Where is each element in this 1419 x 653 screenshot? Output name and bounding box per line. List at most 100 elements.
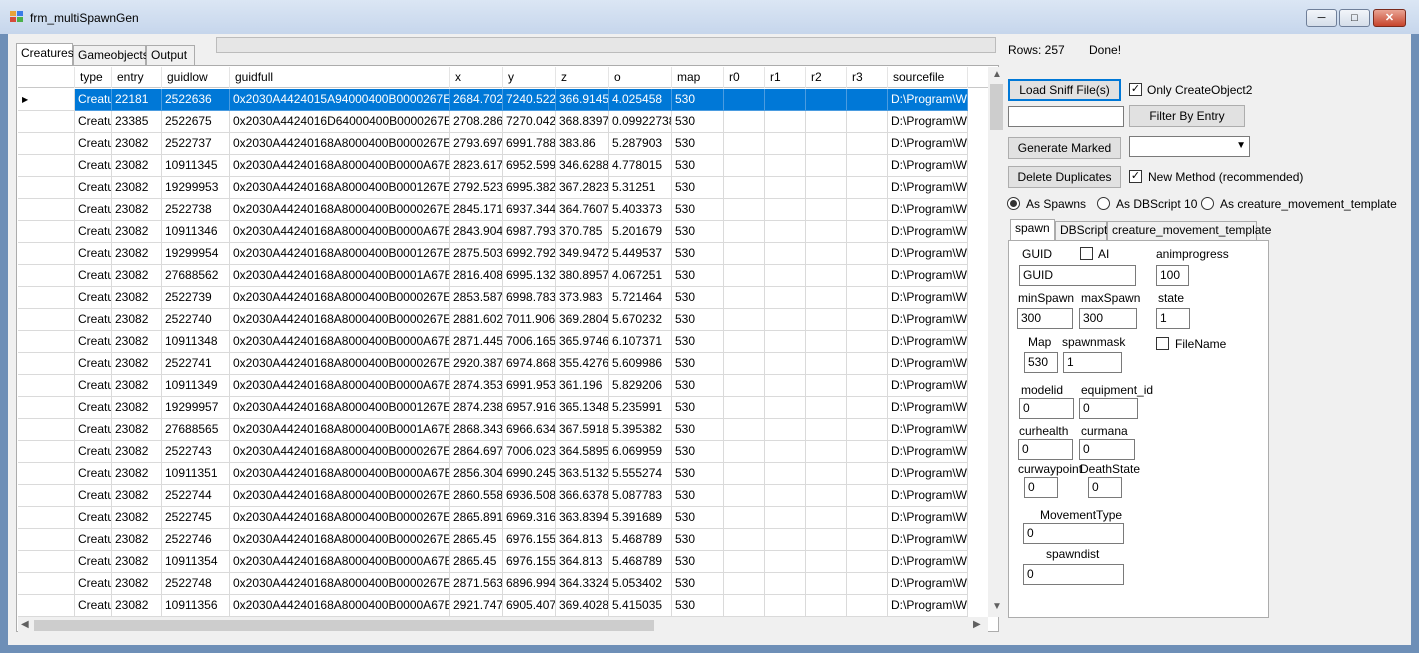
cell-sourcefile[interactable]: D:\Program\Wor — [888, 265, 968, 287]
cell-guidfull[interactable]: 0x2030A44240168A8000400B0000267E77 — [230, 441, 450, 463]
cell-r2[interactable] — [806, 375, 847, 397]
table-row[interactable]: ▶Creature/02218125226360x2030A4424015A94… — [18, 89, 988, 111]
cell-entry[interactable]: 23082 — [112, 551, 162, 573]
row-header[interactable] — [18, 199, 75, 221]
cell-y[interactable]: 6969.316 — [503, 507, 556, 529]
row-header[interactable] — [18, 507, 75, 529]
row-header[interactable] — [18, 529, 75, 551]
cell-r1[interactable] — [765, 441, 806, 463]
cell-r3[interactable] — [847, 133, 888, 155]
cell-o[interactable]: 0.09922738 — [609, 111, 672, 133]
cell-r1[interactable] — [765, 309, 806, 331]
cell-entry[interactable]: 23082 — [112, 133, 162, 155]
row-header[interactable] — [18, 221, 75, 243]
cell-z[interactable]: 370.785 — [556, 221, 609, 243]
spawndist-input[interactable]: 0 — [1023, 564, 1124, 585]
cell-type[interactable]: Creature/0 — [75, 529, 112, 551]
cell-r1[interactable] — [765, 265, 806, 287]
column-header-map[interactable]: map — [672, 67, 724, 88]
cell-x[interactable]: 2864.697 — [450, 441, 503, 463]
cell-guidfull[interactable]: 0x2030A44240168A8000400B0000267E74 — [230, 309, 450, 331]
tab-gameobjects[interactable]: Gameobjects — [73, 45, 149, 65]
cell-r0[interactable] — [724, 419, 765, 441]
table-row[interactable]: Creature/023082109113510x2030A44240168A8… — [18, 463, 988, 485]
cell-type[interactable]: Creature/0 — [75, 265, 112, 287]
cell-sourcefile[interactable]: D:\Program\Wor — [888, 419, 968, 441]
cell-guidfull[interactable]: 0x2030A44240168A8000400B0000A67E74 — [230, 331, 450, 353]
cell-sourcefile[interactable]: D:\Program\Wor — [888, 507, 968, 529]
cell-x[interactable]: 2708.286 — [450, 111, 503, 133]
cell-x[interactable]: 2865.891 — [450, 507, 503, 529]
cell-z[interactable]: 365.1348 — [556, 397, 609, 419]
cell-o[interactable]: 5.31251 — [609, 177, 672, 199]
cell-r2[interactable] — [806, 111, 847, 133]
cell-map[interactable]: 530 — [672, 243, 724, 265]
cell-guidlow[interactable]: 27688565 — [162, 419, 230, 441]
cell-guidlow[interactable]: 10911346 — [162, 221, 230, 243]
cell-guidfull[interactable]: 0x2030A44240168A8000400B0000A67E7C — [230, 595, 450, 617]
cell-r3[interactable] — [847, 353, 888, 375]
cell-z[interactable]: 361.196 — [556, 375, 609, 397]
cell-o[interactable]: 5.609986 — [609, 353, 672, 375]
row-header[interactable] — [18, 441, 75, 463]
cell-x[interactable]: 2874.238 — [450, 397, 503, 419]
cell-entry[interactable]: 23082 — [112, 441, 162, 463]
cell-o[interactable]: 5.201679 — [609, 221, 672, 243]
cell-sourcefile[interactable]: D:\Program\Wor — [888, 441, 968, 463]
cell-r2[interactable] — [806, 507, 847, 529]
cell-map[interactable]: 530 — [672, 419, 724, 441]
table-row[interactable]: Creature/02308225227460x2030A44240168A80… — [18, 529, 988, 551]
cell-type[interactable]: Creature/0 — [75, 463, 112, 485]
generate-marked-button[interactable]: Generate Marked — [1008, 137, 1121, 159]
cell-r1[interactable] — [765, 199, 806, 221]
cell-r3[interactable] — [847, 221, 888, 243]
cell-o[interactable]: 5.235991 — [609, 397, 672, 419]
column-header-x[interactable]: x — [450, 67, 503, 88]
cell-sourcefile[interactable]: D:\Program\Wor — [888, 89, 968, 111]
table-row[interactable]: Creature/023082192999570x2030A44240168A8… — [18, 397, 988, 419]
cell-map[interactable]: 530 — [672, 397, 724, 419]
cell-map[interactable]: 530 — [672, 265, 724, 287]
cell-guidlow[interactable]: 10911348 — [162, 331, 230, 353]
cell-x[interactable]: 2792.523 — [450, 177, 503, 199]
cell-sourcefile[interactable]: D:\Program\Wor — [888, 529, 968, 551]
cell-guidfull[interactable]: 0x2030A44240168A8000400B0001A67E75 — [230, 419, 450, 441]
cell-z[interactable]: 355.4276 — [556, 353, 609, 375]
cell-map[interactable]: 530 — [672, 111, 724, 133]
cell-o[interactable]: 4.025458 — [609, 89, 672, 111]
cell-o[interactable]: 4.778015 — [609, 155, 672, 177]
minspawn-input[interactable]: 300 — [1017, 308, 1073, 329]
cell-sourcefile[interactable]: D:\Program\Wor — [888, 353, 968, 375]
cell-map[interactable]: 530 — [672, 199, 724, 221]
row-header[interactable] — [18, 595, 75, 617]
cell-r1[interactable] — [765, 353, 806, 375]
cell-x[interactable]: 2865.45 — [450, 529, 503, 551]
cell-r1[interactable] — [765, 419, 806, 441]
cell-guidlow[interactable]: 2522745 — [162, 507, 230, 529]
cell-guidfull[interactable]: 0x2030A44240168A8000400B0000A67E7A — [230, 551, 450, 573]
cell-type[interactable]: Creature/0 — [75, 199, 112, 221]
cell-guidlow[interactable]: 27688562 — [162, 265, 230, 287]
cell-z[interactable]: 365.9746 — [556, 331, 609, 353]
cell-z[interactable]: 364.3324 — [556, 573, 609, 595]
cell-entry[interactable]: 23385 — [112, 111, 162, 133]
cell-type[interactable]: Creature/0 — [75, 507, 112, 529]
cell-r1[interactable] — [765, 485, 806, 507]
cell-z[interactable]: 349.9472 — [556, 243, 609, 265]
cell-type[interactable]: Creature/0 — [75, 573, 112, 595]
horizontal-scroll-thumb[interactable] — [34, 620, 654, 631]
cell-o[interactable]: 5.468789 — [609, 551, 672, 573]
curhealth-input[interactable]: 0 — [1018, 439, 1073, 460]
table-row[interactable]: Creature/023082276885650x2030A44240168A8… — [18, 419, 988, 441]
cell-r3[interactable] — [847, 199, 888, 221]
table-row[interactable]: Creature/02308225227450x2030A44240168A80… — [18, 507, 988, 529]
cell-guidlow[interactable]: 2522748 — [162, 573, 230, 595]
cell-z[interactable]: 369.2804 — [556, 309, 609, 331]
cell-y[interactable]: 6990.245 — [503, 463, 556, 485]
radio-as-cmt[interactable] — [1201, 197, 1214, 210]
cell-r1[interactable] — [765, 111, 806, 133]
cell-o[interactable]: 5.403373 — [609, 199, 672, 221]
cell-z[interactable]: 373.983 — [556, 287, 609, 309]
cell-entry[interactable]: 23082 — [112, 177, 162, 199]
cell-sourcefile[interactable]: D:\Program\Wor — [888, 551, 968, 573]
